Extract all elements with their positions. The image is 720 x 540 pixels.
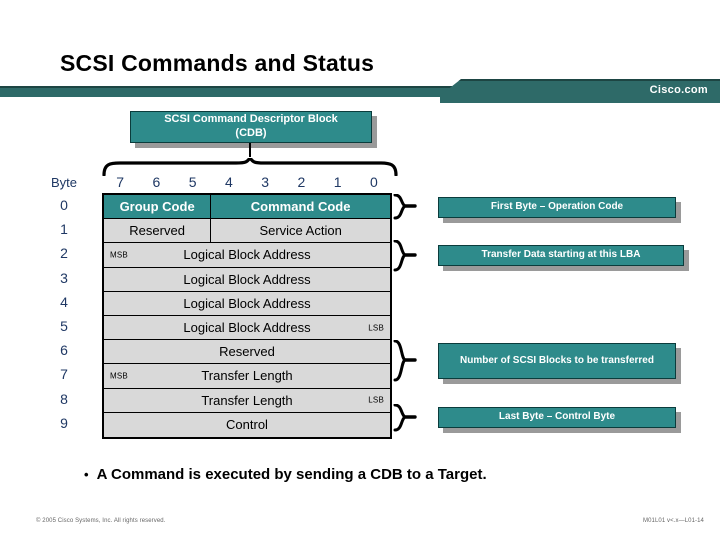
table-row: Reserved Service Action (104, 219, 390, 244)
lsb-tag: LSB (368, 323, 384, 333)
table-row: MSB Transfer Length (104, 364, 390, 389)
cell-lba-byte2: Logical Block Address (183, 247, 311, 263)
byte-number-6: 6 (60, 342, 68, 359)
byte-number-9: 9 (60, 414, 68, 431)
table-row: Reserved (104, 340, 390, 365)
table-row: Transfer Length LSB (104, 388, 390, 413)
bit-label-5: 5 (188, 174, 197, 190)
byte-number-2: 2 (60, 245, 68, 262)
bullet-point: • A Command is executed by sending a CDB… (84, 466, 644, 483)
cdb-table: Group Code Command Code Reserved Service… (102, 193, 392, 439)
byte-number-1: 1 (60, 221, 68, 238)
page-title: SCSI Commands and Status (60, 50, 375, 76)
cell-control-byte9: Control (226, 417, 268, 433)
cell-transfer-length-byte7: Transfer Length (201, 368, 293, 384)
cell-lba-byte5: Logical Block Address (183, 320, 311, 336)
bullet-marker-icon: • (84, 467, 89, 482)
cisco-banner: Cisco.com (0, 79, 720, 103)
table-row: Logical Block Address (104, 291, 390, 316)
bit-label-4: 4 (224, 174, 233, 190)
banner-label: Cisco.com (649, 84, 708, 96)
byte-number-7: 7 (60, 366, 68, 383)
table-row: Logical Block Address LSB (104, 315, 390, 341)
byte-number-0: 0 (60, 197, 68, 213)
footer-slide-code: M01L01 v<.x—L01-14 (642, 518, 704, 524)
brace-transfer-length (393, 340, 417, 382)
bullet-text: A Command is executed by sending a CDB t… (96, 466, 487, 483)
banner-thick-bar: Cisco.com (468, 79, 720, 103)
byte-number-5: 5 (60, 317, 68, 334)
brace-lba (393, 240, 417, 272)
brace-control-byte (393, 404, 417, 432)
footer-copyright: © 2005 Cisco Systems, Inc. All rights re… (36, 518, 166, 524)
callout-lba: Transfer Data starting at this LBA (438, 245, 684, 266)
msb-tag: MSB (110, 371, 128, 381)
cell-command-code: Command Code (250, 199, 351, 215)
brace-operation-code (393, 194, 417, 220)
bit-label-7: 7 (116, 174, 125, 190)
byte-number-8: 8 (60, 390, 68, 407)
table-row: Logical Block Address (104, 267, 390, 292)
cell-group-code: Group Code (104, 195, 212, 219)
bit-label-0: 0 (369, 174, 378, 190)
bit-number-row: 7 6 5 4 3 2 1 0 (102, 172, 392, 193)
bit-label-2: 2 (297, 174, 306, 190)
cdb-title-line1: SCSI Command Descriptor Block (164, 113, 338, 126)
cdb-title-line2: (CDB) (235, 127, 267, 139)
cell-service-action: Service Action (259, 223, 342, 239)
msb-tag: MSB (110, 250, 128, 260)
cell-transfer-length-byte8: Transfer Length (201, 392, 293, 408)
byte-column-header: Byte (50, 175, 77, 190)
table-row: Control (104, 412, 390, 437)
bit-label-6: 6 (152, 174, 161, 190)
bit-label-1: 1 (333, 174, 342, 190)
byte-number-column: Byte 0 1 2 3 4 5 6 7 8 9 (38, 172, 90, 435)
table-row: MSB Logical Block Address (104, 243, 390, 268)
cell-reserved-byte6: Reserved (219, 344, 275, 360)
callout-control-byte: Last Byte – Control Byte (438, 407, 676, 428)
bit-label-3: 3 (261, 174, 270, 190)
cell-lba-byte4: Logical Block Address (183, 295, 311, 311)
table-row: Group Code Command Code (104, 195, 390, 220)
byte-number-4: 4 (60, 293, 68, 310)
lsb-tag: LSB (368, 395, 384, 405)
byte-number-3: 3 (60, 269, 68, 286)
callout-block-count: Number of SCSI Blocks to be transferred (438, 343, 676, 379)
cdb-title-box: SCSI Command Descriptor Block (CDB) (130, 111, 372, 143)
banner-thin-bar (0, 86, 452, 97)
cell-reserved-byte1: Reserved (104, 219, 212, 243)
cell-lba-byte3: Logical Block Address (183, 271, 311, 287)
callout-operation-code: First Byte – Operation Code (438, 197, 676, 218)
